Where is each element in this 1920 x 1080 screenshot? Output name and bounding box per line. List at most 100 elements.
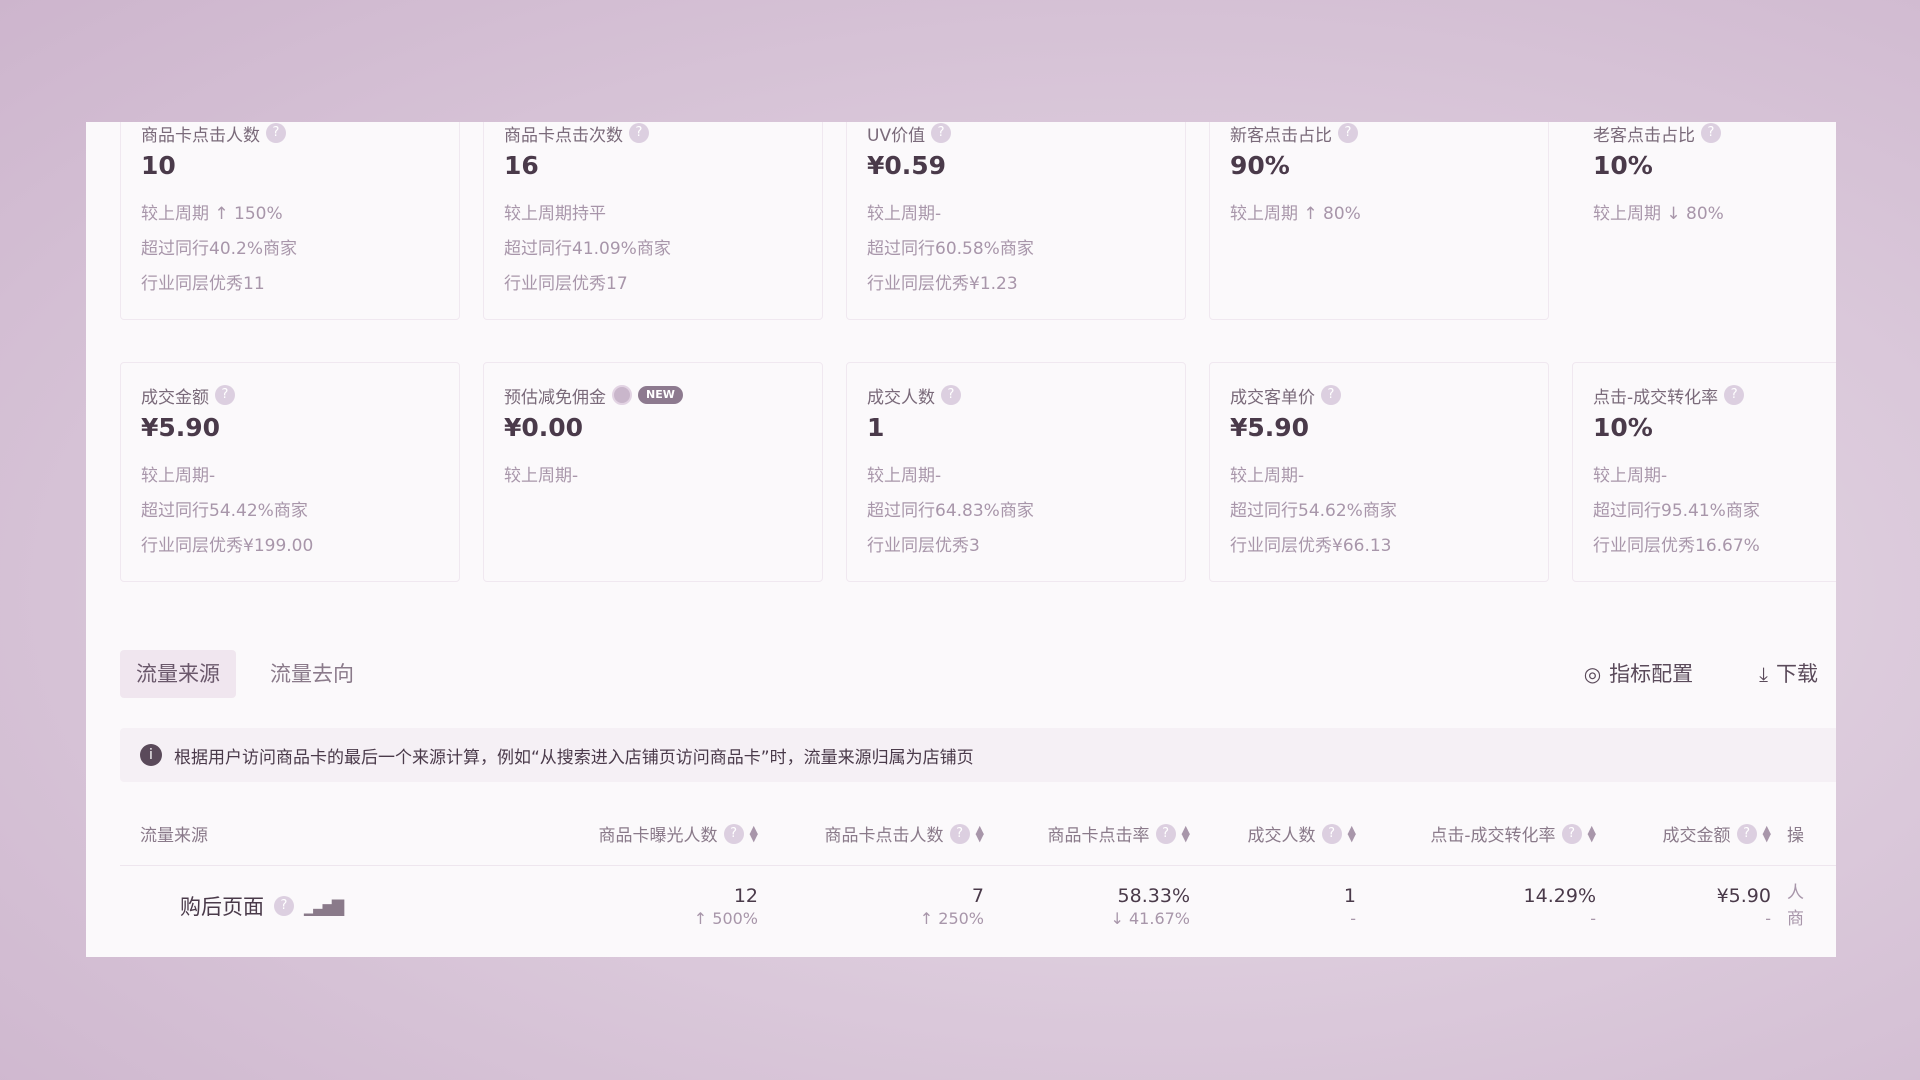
download-button[interactable]: ⤓ 下载 [1741,650,1836,698]
op-link[interactable]: 人 [1787,880,1831,906]
metric-label: 成交人数 [867,387,935,408]
tab-traffic-destination[interactable]: 流量去向 [254,650,370,698]
help-icon[interactable]: ? [266,123,286,143]
notice-text: 根据用户访问商品卡的最后一个来源计算，例如“从搜索进入店铺页访问商品卡”时，流量… [174,747,974,768]
col-header-amount[interactable]: 成交金额 ? ▲ ▼ [1596,821,1771,846]
col-header-label: 商品卡点击人数 [824,826,944,846]
source-name: 购后页面 [180,895,264,919]
metric-compare: 较上周期- [141,466,216,486]
metric-config-button[interactable]: ◎ 指标配置 [1566,650,1711,698]
metric-config-label: 指标配置 [1609,662,1694,686]
metric-card-gmv: 成交金额? ¥5.90 较上周期- 超过同行54.42%商家 行业同层优秀¥19… [120,362,460,582]
metric-label: 商品卡点击次数 [504,125,623,146]
cell-value: 1 [1343,884,1356,907]
tab-traffic-source[interactable]: 流量来源 [120,650,236,698]
metric-peer: 超过同行95.41%商家 [1593,501,1760,521]
help-icon[interactable]: ? [1736,823,1757,844]
metric-value: 10% [1593,151,1653,180]
col-header-label: 商品卡点击率 [1047,826,1150,846]
cell-value: 58.33% [1117,884,1190,907]
metric-compare: 较上周期持平 [504,204,606,224]
metric-compare: 较上周期- [867,466,942,486]
help-icon[interactable]: ? [931,123,952,143]
operation-cell[interactable]: 人 商 [1771,880,1831,932]
metric-compare: 较上周期- [1593,466,1668,486]
cell-change: ↓ 41.67% [1110,908,1191,928]
help-icon[interactable]: ? [723,823,744,844]
metric-value: ¥0.00 [504,413,584,442]
clicks-cell: 7 ↑ 250% [758,885,984,928]
cell-value: ¥5.90 [1716,884,1771,907]
help-icon[interactable]: ? [1155,823,1176,844]
cell-change: ↑ 250% [919,908,984,928]
col-header-exposure[interactable]: 商品卡曝光人数 ? ▲ ▼ [560,821,758,846]
help-icon[interactable]: ? [215,385,235,405]
metric-compare: 较上周期- [504,466,579,486]
info-notice: i 根据用户访问商品卡的最后一个来源计算，例如“从搜索进入店铺页访问商品卡”时，… [120,728,1836,782]
metric-label: UV价值 [867,125,926,146]
help-icon[interactable]: ? [1701,123,1721,143]
metric-value: ¥5.90 [141,413,221,442]
help-icon[interactable]: ? [1561,823,1582,844]
col-header-clicks[interactable]: 商品卡点击人数 ? ▲ ▼ [758,821,984,846]
metric-card-buyers: 成交人数? 1 较上周期- 超过同行64.83%商家 行业同层优秀3 [846,362,1186,582]
download-icon: ⤓ [1759,662,1768,686]
metric-card-commission-waiver: 预估减免佣金 NEW ¥0.00 较上周期- [483,362,823,582]
metric-excellent: 行业同层优秀¥199.00 [141,536,314,556]
metric-value: 10 [141,151,176,180]
metric-excellent: 行业同层优秀3 [867,536,980,556]
metric-compare: 较上周期 ↓ 80% [1593,204,1724,224]
col-header-op: 操 [1771,821,1831,846]
col-header-label: 操 [1787,826,1804,846]
col-header-ctr[interactable]: 商品卡点击率 ? ▲ ▼ [984,821,1190,846]
help-icon[interactable]: ? [1321,823,1342,844]
metric-value: 10% [1593,413,1653,442]
help-icon[interactable]: ? [1321,385,1341,405]
info-icon: i [140,744,162,766]
sort-icon[interactable]: ▲ ▼ [1588,824,1596,843]
sort-icon[interactable]: ▲ ▼ [1348,824,1356,843]
metric-excellent: 行业同层优秀16.67% [1593,536,1760,556]
op-link[interactable]: 商 [1787,906,1831,932]
help-icon[interactable]: ? [1338,123,1358,143]
metric-label: 商品卡点击人数 [141,125,260,146]
metric-card-click-count: 商品卡点击次数? 16 较上周期持平 超过同行41.09%商家 行业同层优秀17 [483,122,823,320]
col-header-label: 成交人数 [1247,826,1316,846]
metric-label: 老客点击占比 [1593,125,1695,146]
help-icon[interactable]: ? [1724,385,1745,405]
sort-icon[interactable]: ▲ ▼ [1182,824,1190,843]
cell-value: 14.29% [1523,884,1596,907]
col-header-buyers[interactable]: 成交人数 ? ▲ ▼ [1190,821,1356,846]
sort-icon[interactable]: ▲ ▼ [750,824,758,843]
metric-card-old-customer-ratio: 老客点击占比? 10% 较上周期 ↓ 80% [1572,122,1836,320]
help-icon[interactable]: ? [629,123,649,143]
metric-compare: 较上周期 ↑ 150% [141,204,283,224]
metric-label: 预估减免佣金 [504,387,606,408]
amount-cell: ¥5.90 - [1596,885,1771,928]
metric-excellent: 行业同层优秀17 [504,274,628,294]
traffic-tabs: 流量来源 流量去向 [120,650,370,698]
trend-chart-icon[interactable]: ▁▃▅▇ [304,897,344,916]
conversion-cell: 14.29% - [1356,885,1596,928]
metric-peer: 超过同行64.83%商家 [867,501,1034,521]
metric-card-avg-order-value: 成交客单价? ¥5.90 较上周期- 超过同行54.62%商家 行业同层优秀¥6… [1209,362,1549,582]
col-header-label: 流量来源 [140,826,208,846]
help-icon[interactable]: ? [941,385,961,405]
exposure-cell: 12 ↑ 500% [560,885,758,928]
download-label: 下载 [1776,662,1818,686]
metric-excellent: 行业同层优秀¥1.23 [867,274,1018,294]
metric-value: 16 [504,151,539,180]
metric-card-new-customer-ratio: 新客点击占比? 90% 较上周期 ↑ 80% [1209,122,1549,320]
table-row: 购后页面 ? ▁▃▅▇ 12 ↑ 500% 7 ↑ 250% 58.33% ↓ … [120,866,1836,946]
metric-compare: 较上周期 ↑ 80% [1230,204,1361,224]
metric-card-uv-value: UV价值? ¥0.59 较上周期- 超过同行60.58%商家 行业同层优秀¥1.… [846,122,1186,320]
help-icon[interactable]: ? [949,823,970,844]
metric-label: 成交金额 [141,387,209,408]
help-icon[interactable]: ? [274,896,294,916]
sort-icon[interactable]: ▲ ▼ [976,824,984,843]
main-panel: 商品卡点击人数? 10 较上周期 ↑ 150% 超过同行40.2%商家 行业同层… [86,122,1836,957]
metric-excellent: 行业同层优秀11 [141,274,265,294]
sort-icon[interactable]: ▲ ▼ [1763,824,1771,843]
metric-peer: 超过同行54.62%商家 [1230,501,1397,521]
col-header-conversion[interactable]: 点击-成交转化率 ? ▲ ▼ [1356,821,1596,846]
